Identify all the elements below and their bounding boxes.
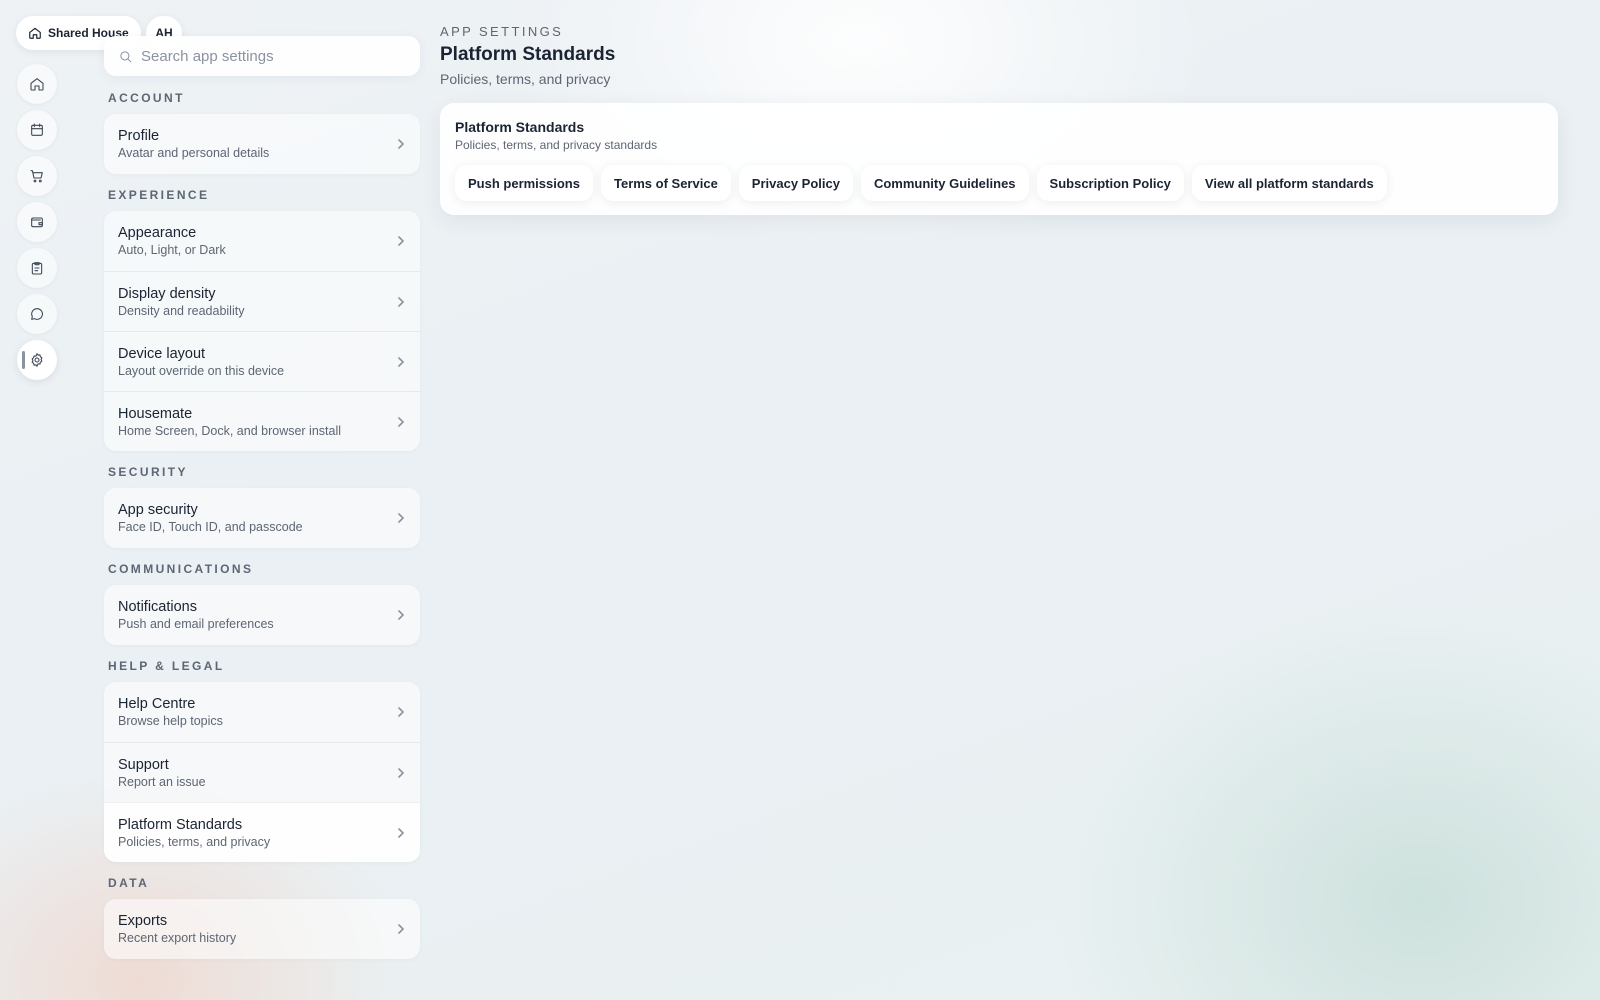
settings-item-title: Appearance <box>118 225 197 241</box>
nav-shopping-button[interactable] <box>17 156 57 196</box>
home-icon <box>30 78 44 91</box>
settings-item-title: Notifications <box>118 599 197 615</box>
nav-wallet-button[interactable] <box>17 202 57 242</box>
settings-item-title: Platform Standards <box>118 816 243 833</box>
gear-icon <box>31 353 43 367</box>
settings-group-security: App security Face ID, Touch ID, and pass… <box>104 488 420 548</box>
section-label-account: Account <box>108 91 185 105</box>
settings-item-title: App security <box>118 502 198 518</box>
chevron-right-icon <box>398 416 405 427</box>
clipboard-icon <box>31 262 43 275</box>
settings-item-subtitle: Avatar and personal details <box>118 146 270 160</box>
chevron-right-icon <box>398 827 405 838</box>
settings-item-exports[interactable]: Exports Recent export history <box>104 899 420 959</box>
subscription-policy-button[interactable]: Subscription Policy <box>1036 165 1184 201</box>
settings-item-housemate[interactable]: Housemate Home Screen, Dock, and browser… <box>104 391 420 451</box>
terms-of-service-button[interactable]: Terms of Service <box>600 165 731 201</box>
nav-chores-button[interactable] <box>17 248 57 288</box>
detail-panel: App Settings Platform Standards Policies… <box>440 24 1558 215</box>
settings-item-subtitle: Home Screen, Dock, and browser install <box>118 423 342 438</box>
settings-item-subtitle: Policies, terms, and privacy <box>118 834 271 849</box>
settings-group-help-legal: Help Centre Browse help topics Support R… <box>104 682 420 862</box>
section-label-communications: Communications <box>108 562 254 576</box>
settings-item-title: Help Centre <box>118 696 196 712</box>
settings-item-appearance[interactable]: Appearance Auto, Light, or Dark <box>104 211 420 271</box>
nav-home-button[interactable] <box>17 64 57 104</box>
push-permissions-button[interactable]: Push permissions <box>455 165 593 201</box>
card-title: Platform Standards <box>455 119 585 135</box>
settings-item-subtitle: Push and email preferences <box>118 617 274 631</box>
page-title: Platform Standards <box>440 44 616 65</box>
search-icon <box>120 50 132 62</box>
settings-item-notifications[interactable]: Notifications Push and email preferences <box>104 585 420 645</box>
chevron-right-icon <box>398 767 405 778</box>
page-eyebrow: App Settings <box>440 24 564 39</box>
wallet-icon <box>31 217 43 228</box>
settings-group-account: Profile Avatar and personal details <box>104 114 420 174</box>
settings-group-communications: Notifications Push and email preferences <box>104 585 420 645</box>
section-label-security: Security <box>108 465 188 479</box>
settings-item-subtitle: Recent export history <box>118 931 237 945</box>
chevron-right-icon <box>398 924 405 934</box>
page-subtitle: Policies, terms, and privacy <box>440 71 611 87</box>
settings-item-display-density[interactable]: Display density Density and readability <box>104 271 420 331</box>
privacy-policy-button[interactable]: Privacy Policy <box>738 165 853 201</box>
settings-item-platform-standards[interactable]: Platform Standards Policies, terms, and … <box>104 802 420 862</box>
chevron-right-icon <box>398 513 405 523</box>
search-input[interactable] <box>141 47 406 65</box>
settings-item-title: Device layout <box>118 345 206 362</box>
nav-settings-button[interactable] <box>17 340 57 380</box>
settings-item-support[interactable]: Support Report an issue <box>104 742 420 802</box>
community-guidelines-button[interactable]: Community Guidelines <box>860 165 1029 201</box>
navigation-rail <box>17 64 57 386</box>
nav-chat-button[interactable] <box>17 294 57 334</box>
calendar-icon <box>31 123 43 136</box>
cart-icon <box>30 170 43 183</box>
settings-item-title: Display density <box>118 285 216 302</box>
chevron-right-icon <box>398 139 405 149</box>
section-label-experience: Experience <box>108 188 210 202</box>
settings-group-data: Exports Recent export history <box>104 899 420 959</box>
platform-standards-card: Platform Standards Policies, terms, and … <box>440 103 1558 215</box>
view-all-standards-button[interactable]: View all platform standards <box>1191 165 1387 201</box>
settings-item-app-security[interactable]: App security Face ID, Touch ID, and pass… <box>104 488 420 548</box>
chevron-right-icon <box>398 356 405 367</box>
settings-item-title: Support <box>118 756 169 773</box>
settings-item-subtitle: Auto, Light, or Dark <box>118 243 226 257</box>
settings-group-experience: Appearance Auto, Light, or Dark Display … <box>104 211 420 451</box>
settings-list: Account Profile Avatar and personal deta… <box>104 36 420 959</box>
standards-links: Push permissions Terms of Service Privac… <box>455 165 1543 201</box>
settings-item-subtitle: Layout override on this device <box>118 363 285 378</box>
settings-item-title: Exports <box>118 913 168 929</box>
settings-item-subtitle: Face ID, Touch ID, and passcode <box>118 520 303 534</box>
section-label-data: Data <box>108 876 150 890</box>
settings-item-title: Housemate <box>118 405 193 422</box>
settings-item-subtitle: Report an issue <box>118 774 206 789</box>
nav-calendar-button[interactable] <box>17 110 57 150</box>
settings-item-title: Profile <box>118 128 160 144</box>
home-icon <box>29 27 41 39</box>
search-bar <box>104 36 420 76</box>
chevron-right-icon <box>398 610 405 620</box>
settings-item-subtitle: Browse help topics <box>118 714 223 728</box>
chat-icon <box>31 308 43 320</box>
section-label-help-legal: Help & Legal <box>108 659 225 673</box>
settings-item-subtitle: Density and readability <box>118 303 245 318</box>
settings-item-help-centre[interactable]: Help Centre Browse help topics <box>104 682 420 742</box>
card-subtitle: Policies, terms, and privacy standards <box>455 138 658 152</box>
settings-item-device-layout[interactable]: Device layout Layout override on this de… <box>104 331 420 391</box>
chevron-right-icon <box>398 707 405 717</box>
chevron-right-icon <box>398 296 405 307</box>
chevron-right-icon <box>398 236 405 246</box>
settings-item-profile[interactable]: Profile Avatar and personal details <box>104 114 420 174</box>
